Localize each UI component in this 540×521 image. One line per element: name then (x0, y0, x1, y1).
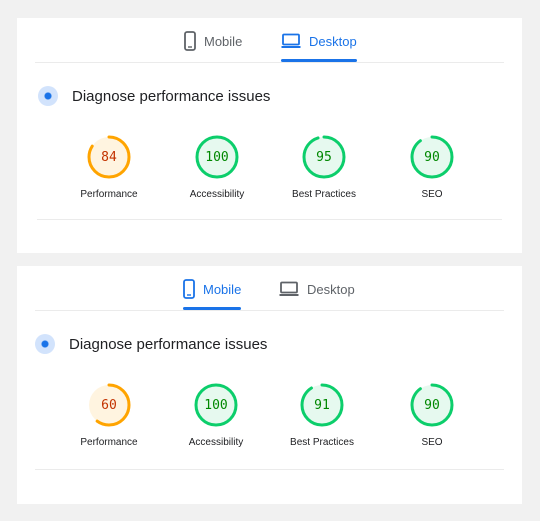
tab-desktop-label: Desktop (309, 33, 357, 49)
score-ring: 60 (86, 382, 132, 428)
score-value: 60 (101, 397, 117, 413)
score-gauge-best-practices[interactable]: 95 Best Practices (269, 134, 379, 200)
score-gauge-performance[interactable]: 84 Performance (54, 134, 164, 200)
score-ring: 84 (86, 134, 132, 180)
diagnose-label: Diagnose performance issues (69, 335, 268, 353)
score-gauge-seo[interactable]: 90 SEO (377, 134, 487, 200)
score-value: 100 (205, 149, 229, 165)
phone-icon (184, 31, 196, 51)
score-label: Accessibility (188, 437, 244, 448)
score-value: 90 (424, 397, 440, 413)
score-ring: 90 (409, 382, 455, 428)
score-ring: 95 (301, 134, 347, 180)
score-label: Performance (80, 189, 138, 200)
score-gauge-best-practices[interactable]: 91 Best Practices (267, 382, 377, 448)
score-value: 100 (204, 397, 228, 413)
score-gauge-seo[interactable]: 90 SEO (377, 382, 487, 448)
score-label: Performance (80, 437, 138, 448)
score-label: Best Practices (290, 437, 354, 448)
diagnose-icon (38, 86, 58, 106)
score-value: 90 (424, 149, 440, 165)
score-ring: 100 (194, 134, 240, 180)
laptop-icon (279, 281, 299, 297)
diagnose-label: Diagnose performance issues (72, 87, 271, 105)
report-panel-desktop: Mobile Desktop Diagnose performance issu… (17, 18, 522, 253)
report-panel-mobile: Mobile Desktop Diagnose performance issu… (17, 266, 522, 504)
score-ring: 100 (193, 382, 239, 428)
tab-mobile-label: Mobile (203, 281, 242, 297)
phone-icon (183, 279, 195, 299)
gauges-divider (35, 469, 504, 470)
tabs-divider (35, 310, 504, 311)
tab-mobile-label: Mobile (204, 33, 243, 49)
tab-mobile[interactable]: Mobile (183, 274, 242, 310)
device-tabs: Mobile Desktop (17, 18, 522, 62)
tabs-divider (35, 62, 504, 63)
gauges-divider (37, 219, 502, 220)
score-label: Accessibility (189, 189, 245, 200)
score-value: 84 (101, 149, 117, 165)
score-gauge-accessibility[interactable]: 100 Accessibility (162, 134, 272, 200)
score-label: SEO (421, 189, 443, 200)
score-value: 95 (316, 149, 332, 165)
score-label: SEO (421, 437, 443, 448)
diagnose-icon (35, 334, 55, 354)
device-tabs: Mobile Desktop (17, 266, 522, 310)
tab-desktop-label: Desktop (307, 281, 355, 297)
score-ring: 90 (409, 134, 455, 180)
score-ring: 91 (299, 382, 345, 428)
laptop-icon (281, 33, 301, 49)
diagnose-heading: Diagnose performance issues (38, 86, 270, 106)
tab-desktop[interactable]: Desktop (279, 274, 355, 304)
score-gauge-performance[interactable]: 60 Performance (54, 382, 164, 448)
tab-desktop[interactable]: Desktop (281, 26, 357, 62)
score-value: 91 (314, 397, 330, 413)
diagnose-heading: Diagnose performance issues (35, 334, 267, 354)
tab-mobile[interactable]: Mobile (184, 26, 242, 56)
score-label: Best Practices (292, 189, 356, 200)
score-gauge-accessibility[interactable]: 100 Accessibility (161, 382, 271, 448)
